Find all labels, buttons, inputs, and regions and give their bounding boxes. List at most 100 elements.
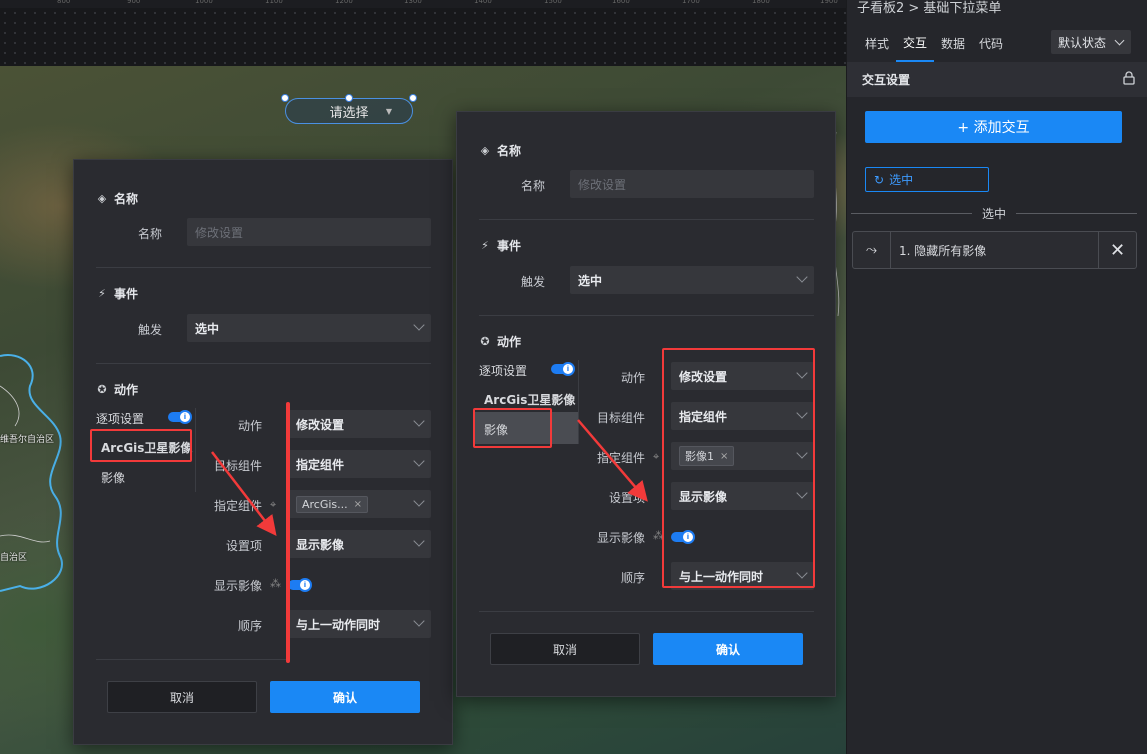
chevron-down-icon <box>413 615 425 627</box>
divider <box>479 315 814 316</box>
dropdown-component[interactable]: 请选择 ▼ <box>281 94 417 124</box>
flow-icon: ⤳ <box>853 232 891 268</box>
event-chip[interactable]: ↻ 选中 <box>865 167 989 192</box>
horizontal-ruler: 800 900 1000 1100 1200 1300 1400 1500 16… <box>0 0 846 8</box>
chevron-down-icon <box>413 495 425 507</box>
close-icon[interactable]: ✕ <box>1098 232 1136 268</box>
event-section-header: ⚡ 事件 <box>479 237 521 254</box>
list-item-arcgis[interactable]: ArcGis卫星影像 <box>101 439 192 456</box>
show-image-toggle[interactable]: i <box>671 530 695 544</box>
name-label: 名称 <box>520 179 545 193</box>
cancel-button[interactable]: 取消 <box>490 633 640 665</box>
chevron-down-icon <box>1114 35 1125 46</box>
ruler-tick: 1700 <box>682 0 700 5</box>
ruler-tick: 1100 <box>265 0 283 5</box>
show-image-toggle[interactable]: i <box>288 578 312 592</box>
divider <box>479 219 814 220</box>
show-image-label: 显示影像 <box>596 531 645 545</box>
action-select[interactable]: 修改设置 <box>671 362 814 390</box>
list-divider <box>578 360 579 444</box>
confirm-button[interactable]: 确认 <box>653 633 803 665</box>
item-toggle[interactable]: i <box>168 410 192 424</box>
diamond-icon: ◈ <box>97 192 107 205</box>
list-item-image[interactable]: 影像 <box>484 421 508 438</box>
list-item-arcgis[interactable]: ArcGis卫星影像 <box>484 391 575 408</box>
divider <box>96 363 431 364</box>
name-input[interactable]: 修改设置 <box>187 218 431 246</box>
list-divider <box>195 408 196 492</box>
toggle-knob: i <box>561 362 575 376</box>
specify-select[interactable]: ArcGis... × <box>288 490 431 518</box>
properties-panel: 子看板2 > 基础下拉菜单 样式 交互 数据 代码 默认状态 交互设置 + 添加… <box>846 0 1147 754</box>
item-toggle-label: 逐项设置 <box>479 364 528 378</box>
ruler-tick: 800 <box>57 0 71 5</box>
action-item[interactable]: ⤳ 1. 隐藏所有影像 ✕ <box>852 231 1137 269</box>
name-input[interactable]: 修改设置 <box>570 170 814 198</box>
setting-select[interactable]: 显示影像 <box>671 482 814 510</box>
target-select[interactable]: 指定组件 <box>671 402 814 430</box>
item-toggle[interactable]: i <box>551 362 575 376</box>
tab-data[interactable]: 数据 <box>934 24 972 62</box>
lock-icon[interactable] <box>1123 71 1135 85</box>
ruler-tick: 1500 <box>544 0 562 5</box>
lightning-icon: ⚡ <box>98 287 106 300</box>
list-item-image[interactable]: 影像 <box>101 469 125 486</box>
ruler-tick: 900 <box>127 0 141 5</box>
resize-handle[interactable] <box>281 94 289 102</box>
component-tag: 影像1 × <box>679 446 735 466</box>
name-section-header: ◈ 名称 <box>97 192 139 206</box>
canvas-grid <box>0 8 846 66</box>
trigger-select[interactable]: 选中 <box>570 266 814 294</box>
name-label: 名称 <box>137 227 162 241</box>
ruler-tick: 1200 <box>335 0 353 5</box>
crosshair-icon[interactable]: ⌖ <box>270 498 276 512</box>
specify-label: 指定组件 <box>596 451 645 465</box>
chevron-down-icon <box>413 535 425 547</box>
trigger-select[interactable]: 选中 <box>187 314 431 342</box>
resize-handle[interactable] <box>345 94 353 102</box>
resize-handle[interactable] <box>409 94 417 102</box>
action-label: 动作 <box>620 371 645 385</box>
diamond-icon: ◈ <box>480 144 490 157</box>
toggle-knob: i <box>681 530 695 544</box>
remove-tag-icon[interactable]: × <box>354 499 362 510</box>
setting-select[interactable]: 显示影像 <box>288 530 431 558</box>
order-label: 顺序 <box>237 619 262 633</box>
target-select[interactable]: 指定组件 <box>288 450 431 478</box>
action-select[interactable]: 修改设置 <box>288 410 431 438</box>
remove-tag-icon[interactable]: × <box>720 451 728 462</box>
ruler-tick: 1400 <box>474 0 492 5</box>
interaction-dialog-1: ◈ 名称 名称 修改设置 ⚡ 事件 触发 选中 ✪ 动作 逐项设置 i ArcGis卫… <box>73 159 453 745</box>
lightning-icon: ⚡ <box>481 239 489 252</box>
map-region-label: 自治区 <box>0 553 28 563</box>
tab-code[interactable]: 代码 <box>972 24 1010 62</box>
order-select[interactable]: 与上一动作同时 <box>288 610 431 638</box>
cancel-button[interactable]: 取消 <box>107 681 257 713</box>
event-section-header: ⚡ 事件 <box>96 285 138 302</box>
ruler-tick: 1800 <box>752 0 770 5</box>
specify-select[interactable]: 影像1 × <box>671 442 814 470</box>
tab-style[interactable]: 样式 <box>858 24 896 62</box>
star-icon: ✪ <box>480 335 490 348</box>
map-region-label: 维吾尔自治区 <box>0 435 55 445</box>
divider <box>479 611 814 612</box>
dropdown-placeholder: 请选择 <box>329 105 369 121</box>
interaction-settings-header: 交互设置 <box>847 62 1147 97</box>
confirm-button[interactable]: 确认 <box>270 681 420 713</box>
order-select[interactable]: 与上一动作同时 <box>671 562 814 590</box>
add-interaction-button[interactable]: + 添加交互 <box>865 111 1122 143</box>
component-tag: ArcGis... × <box>296 495 369 513</box>
trigger-label: 触发 <box>520 275 545 289</box>
event-separator: 选中 <box>851 207 1138 221</box>
toggle-knob: i <box>298 578 312 592</box>
chevron-down-icon <box>413 455 425 467</box>
chevron-down-icon <box>796 487 808 499</box>
tab-interaction[interactable]: 交互 <box>896 24 935 62</box>
state-select[interactable]: 默认状态 <box>1051 30 1131 54</box>
chevron-down-icon <box>413 319 425 331</box>
ruler-tick: 1300 <box>404 0 422 5</box>
ruler-tick: 1600 <box>612 0 630 5</box>
chevron-down-icon <box>796 367 808 379</box>
specify-label: 指定组件 <box>213 499 262 513</box>
crosshair-icon[interactable]: ⌖ <box>653 450 659 464</box>
